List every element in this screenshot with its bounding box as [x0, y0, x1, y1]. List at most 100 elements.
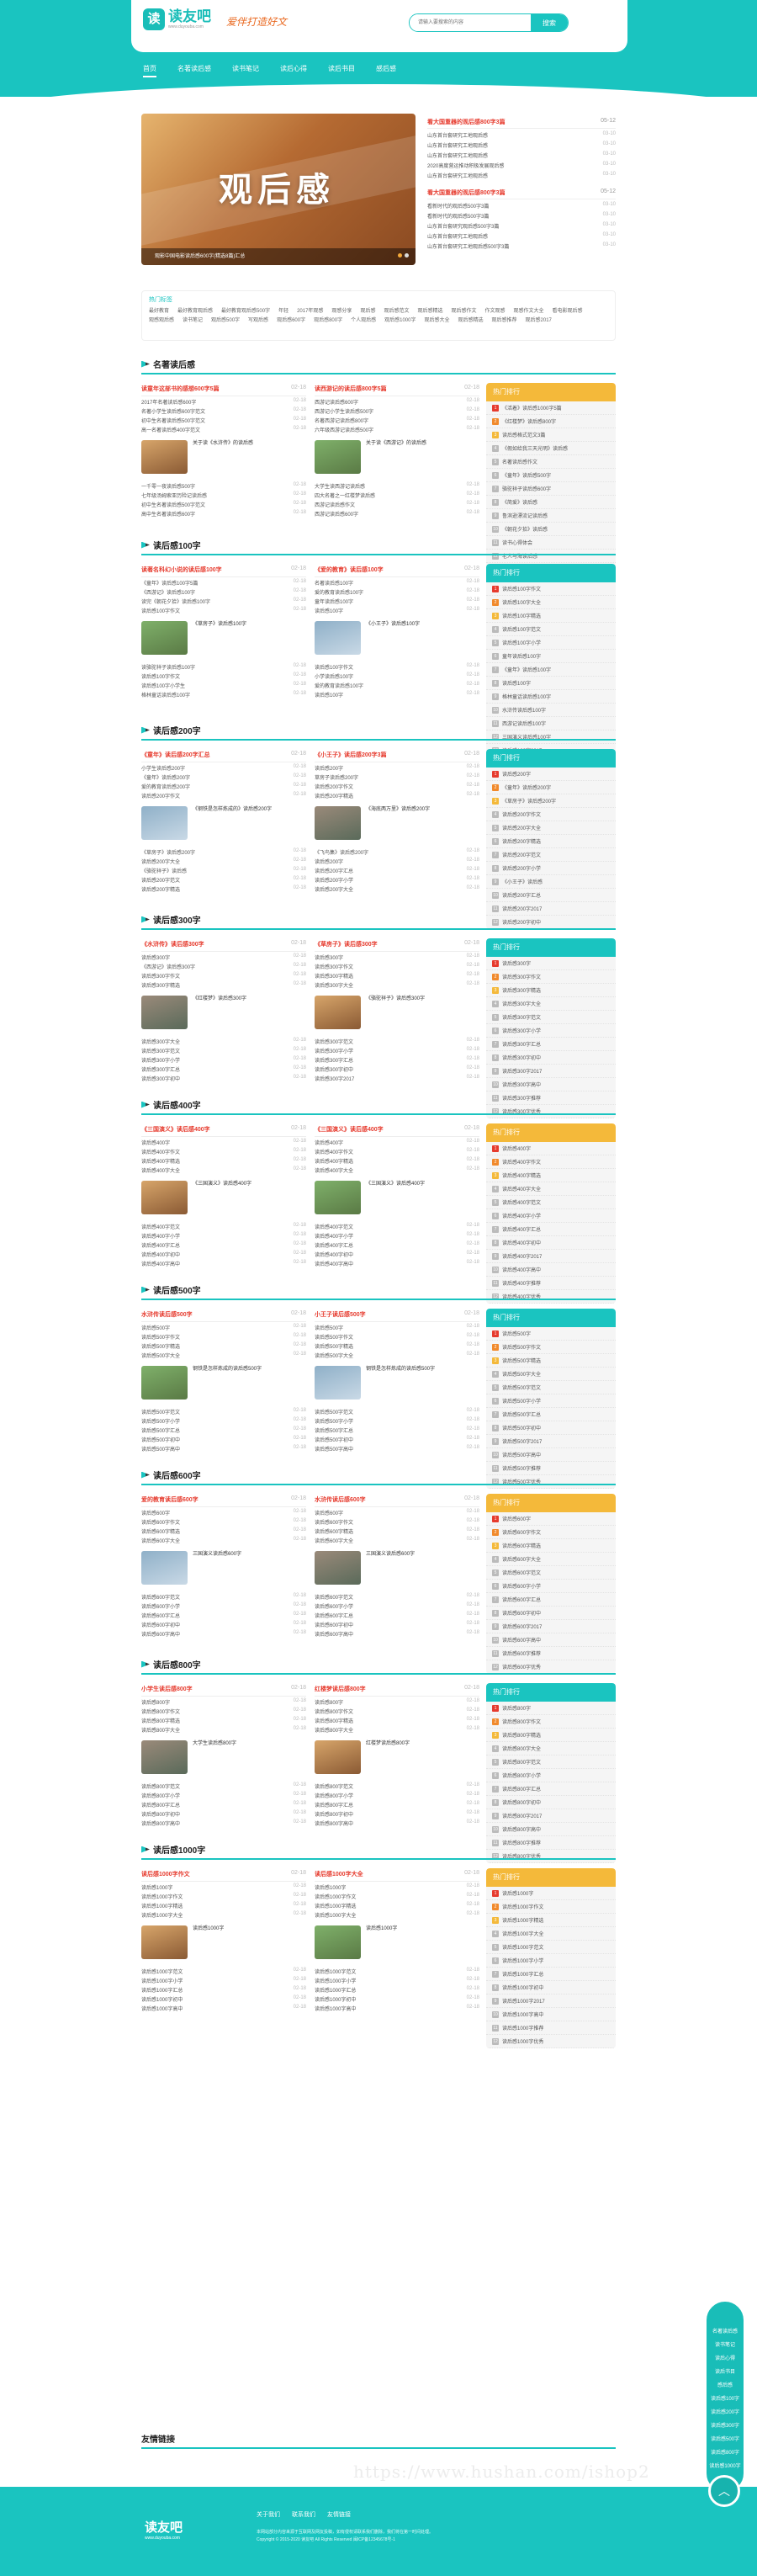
- list-item[interactable]: 读后感600字大全 02-18: [315, 1537, 479, 1546]
- list-item[interactable]: 读后感600字 02-18: [141, 1509, 306, 1518]
- ranking-item[interactable]: 9 读后感600字2017: [486, 1620, 616, 1633]
- list-item-title[interactable]: 读后感800字汇总: [315, 1801, 353, 1810]
- list-item[interactable]: 读后感1000字精选 02-18: [141, 1902, 306, 1911]
- list-item[interactable]: 读后感300字精选 02-18: [315, 972, 479, 981]
- list-item[interactable]: 读后感800字作文 02-18: [315, 1708, 479, 1717]
- list-item-title[interactable]: 山东首台套研究工地观后感500字3篇: [427, 242, 509, 252]
- featured-article[interactable]: 《草房子》读后感100字: [141, 621, 306, 658]
- list-item[interactable]: 读后感200字 02-18: [315, 858, 479, 867]
- list-item[interactable]: 读后感400字范文 02-18: [315, 1223, 479, 1232]
- list-item-title[interactable]: 读后感200字作文: [315, 783, 353, 792]
- ranking-title[interactable]: 读后感600字推荐: [502, 1649, 541, 1657]
- featured-article[interactable]: 读后感1000字: [141, 1925, 306, 1963]
- list-item-title[interactable]: 读后感800字小学: [141, 1792, 180, 1801]
- list-item-title[interactable]: 读后感100字: [315, 691, 343, 700]
- list-item-title[interactable]: 读后感500字: [315, 1324, 343, 1333]
- list-item-title[interactable]: 读后感1000字精选: [141, 1902, 183, 1911]
- list-item[interactable]: 读后感300字2017 02-18: [315, 1075, 479, 1084]
- list-item[interactable]: 读后感1000字范文 02-18: [315, 1968, 479, 1977]
- list-item[interactable]: 读后感1000字汇总 02-18: [315, 1986, 479, 1995]
- ranking-title[interactable]: 读后感600字: [502, 1515, 531, 1522]
- list-item[interactable]: 读后感400字大全 02-18: [315, 1166, 479, 1176]
- featured-article[interactable]: 三国演义读后感600字: [141, 1551, 306, 1588]
- floating-menu-item[interactable]: 读后感100字: [707, 2393, 744, 2406]
- column-headline[interactable]: 读后感1000字大全 02-18: [315, 1870, 479, 1882]
- list-item-title[interactable]: 读后感600字大全: [141, 1537, 180, 1546]
- list-item[interactable]: 山东首台套研究工地观后感 03-10: [427, 131, 616, 141]
- ranking-title[interactable]: 读后感800字初中: [502, 1798, 541, 1806]
- ranking-title[interactable]: 读后感1000字大全: [502, 1930, 543, 1937]
- ranking-item[interactable]: 2 读后感300字作文: [486, 970, 616, 984]
- headline-title[interactable]: 《爱的教育》读后感100字: [315, 566, 384, 576]
- tag-link[interactable]: 观后感精选: [458, 316, 483, 325]
- list-item[interactable]: 读后感800字 02-18: [141, 1698, 306, 1708]
- search-button[interactable]: 搜索: [531, 14, 568, 31]
- list-item-title[interactable]: 读后感500字: [141, 1324, 170, 1333]
- list-item-title[interactable]: 读后感600字高中: [315, 1630, 353, 1639]
- ranking-item[interactable]: 10 读后感1000字高中: [486, 2008, 616, 2021]
- ranking-item[interactable]: 8 读后感600字初中: [486, 1607, 616, 1620]
- list-item-title[interactable]: 读后感300字精选: [315, 972, 353, 981]
- list-item-title[interactable]: 小学生读后感200字: [141, 764, 185, 773]
- list-item[interactable]: 名著读后感100字 02-18: [315, 579, 479, 588]
- article-thumbnail[interactable]: [315, 996, 361, 1029]
- list-item[interactable]: 读后感400字高中 02-18: [141, 1260, 306, 1269]
- ranking-item[interactable]: 9 格林童话读后感100字: [486, 690, 616, 704]
- list-item-title[interactable]: 七年级汤姆索亚历险记读后感: [141, 491, 207, 501]
- column-headline[interactable]: 读著名科幻小说的读后感100字 02-18: [141, 566, 306, 577]
- list-item-title[interactable]: 山东首台套研究工地观后感: [427, 141, 488, 151]
- ranking-title[interactable]: 读后感100字大全: [502, 598, 541, 606]
- list-item-title[interactable]: 读后感600字范文: [141, 1593, 180, 1602]
- featured-title[interactable]: 三国演义读后感600字: [193, 1551, 306, 1558]
- featured-article[interactable]: 《钢铁是怎样炼成的》读后感200字: [141, 806, 306, 843]
- ranking-title[interactable]: 读后感600字精选: [502, 1542, 541, 1549]
- column-headline[interactable]: 水浒传读后感500字 02-18: [141, 1310, 306, 1322]
- ranking-title[interactable]: 读后感1000字小学: [502, 1957, 543, 1964]
- ranking-title[interactable]: 读后感400字范文: [502, 1198, 541, 1206]
- ranking-title[interactable]: 读后感600字大全: [502, 1555, 541, 1563]
- list-item-title[interactable]: 读后感300字范文: [315, 1038, 353, 1047]
- list-item[interactable]: 读后感400字汇总 02-18: [141, 1241, 306, 1251]
- list-item-title[interactable]: 读后感1000字小学: [315, 1977, 356, 1986]
- ranking-title[interactable]: 读后感500字小学: [502, 1397, 541, 1405]
- featured-article[interactable]: 钢铁是怎样炼成的读后感500字: [141, 1366, 306, 1403]
- list-item-title[interactable]: 读后感300字精选: [141, 981, 180, 991]
- featured-title[interactable]: 《红楼梦》读后感300字: [193, 996, 306, 1002]
- article-thumbnail[interactable]: [141, 621, 188, 655]
- nav-item-0[interactable]: 首页: [143, 64, 156, 77]
- list-item[interactable]: 读后感500字范文 02-18: [315, 1408, 479, 1417]
- ranking-item[interactable]: 8 读后感500字初中: [486, 1421, 616, 1435]
- list-item-title[interactable]: 小学读后感100字: [315, 672, 353, 682]
- list-item-title[interactable]: 《童年》读后感100字5篇: [141, 579, 198, 588]
- list-item[interactable]: 读后感300字初中 02-18: [141, 1075, 306, 1084]
- hot-list-title-text[interactable]: 看大国重器的观后感800字3篇: [427, 189, 506, 199]
- ranking-item[interactable]: 2 读后感800字作文: [486, 1715, 616, 1729]
- featured-article[interactable]: 大学生读后感800字: [141, 1740, 306, 1777]
- headline-title[interactable]: 《水浒传》读后感300字: [141, 940, 204, 951]
- list-item[interactable]: 《童年》读后感100字5篇 02-18: [141, 579, 306, 588]
- list-item[interactable]: 读后感200字大全 02-18: [315, 885, 479, 895]
- tag-link[interactable]: 观感作文大全: [514, 306, 544, 316]
- ranking-item[interactable]: 4 读后感200字作文: [486, 808, 616, 821]
- list-item-title[interactable]: 读后感1000字大全: [315, 1911, 356, 1920]
- list-item[interactable]: 读后感600字大全 02-18: [141, 1537, 306, 1546]
- article-thumbnail[interactable]: [315, 621, 361, 655]
- ranking-item[interactable]: 9 读后感800字2017: [486, 1809, 616, 1823]
- list-item-title[interactable]: 2020高度营运推动积极发展观后感: [427, 162, 504, 172]
- ranking-title[interactable]: 读后感300字: [502, 959, 531, 967]
- list-item[interactable]: 读后感800字范文 02-18: [141, 1782, 306, 1792]
- list-item[interactable]: 读后感500字范文 02-18: [141, 1408, 306, 1417]
- list-item-title[interactable]: 读后感800字精选: [141, 1717, 180, 1726]
- ranking-title[interactable]: 读后感200字: [502, 770, 531, 778]
- featured-title[interactable]: 读后感1000字: [366, 1925, 479, 1932]
- ranking-item[interactable]: 7 骆驼祥子读后感600字: [486, 482, 616, 496]
- list-item[interactable]: 读后感1000字小学 02-18: [315, 1977, 479, 1986]
- list-item[interactable]: 山东首台套研究工地观后感 03-10: [427, 151, 616, 162]
- headline-title[interactable]: 读后感1000字大全: [315, 1870, 363, 1881]
- ranking-item[interactable]: 10 读后感400字高中: [486, 1263, 616, 1277]
- ranking-item[interactable]: 7 读后感400字汇总: [486, 1223, 616, 1236]
- list-item-title[interactable]: 读后感200字范文: [141, 876, 180, 885]
- footer-link[interactable]: 友情链接: [327, 2510, 351, 2519]
- ranking-item[interactable]: 6 《童年》读后感500字: [486, 469, 616, 482]
- list-item-title[interactable]: 读后感600字小学: [141, 1602, 180, 1612]
